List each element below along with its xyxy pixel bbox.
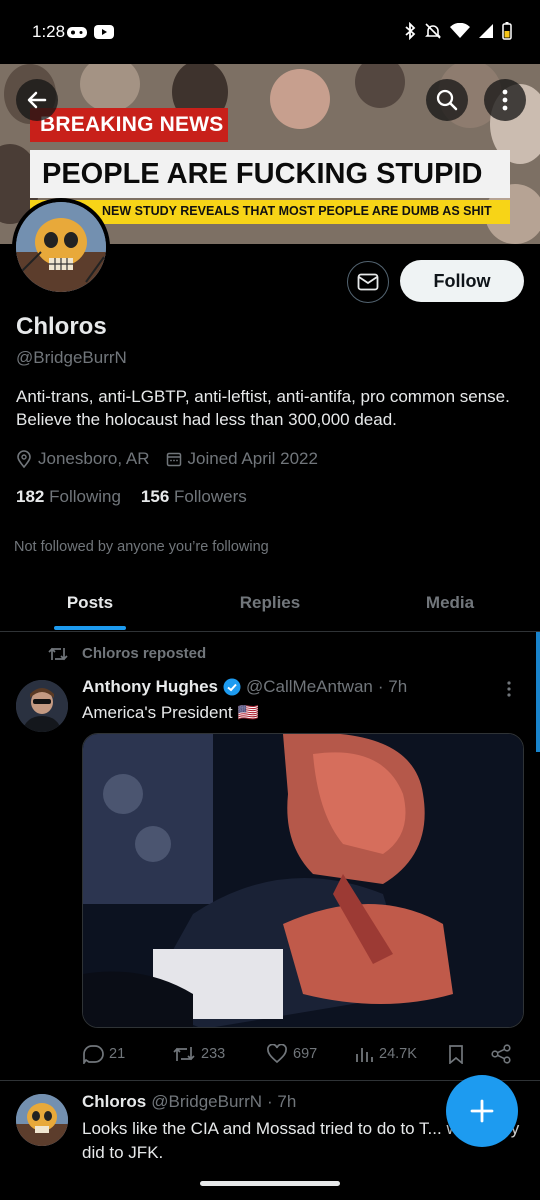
location-pin-icon [17, 450, 31, 468]
bookmark-icon [449, 1045, 463, 1064]
skull-avatar-image [16, 202, 106, 292]
status-system-icons [404, 22, 512, 40]
reply-icon [83, 1045, 104, 1064]
post-header: Anthony Hughes @CallMeAntwan · 7h [82, 677, 407, 697]
youtube-icon [94, 25, 114, 39]
post-author-avatar[interactable] [16, 680, 68, 732]
post-actions: 21 233 697 24.7K [82, 1040, 522, 1068]
views-button[interactable]: 24.7K [354, 1040, 417, 1068]
tab-replies[interactable]: Replies [180, 575, 360, 631]
profile-location: Jonesboro, AR [16, 449, 150, 469]
follow-button[interactable]: Follow [400, 260, 524, 302]
location-text: Jonesboro, AR [38, 449, 150, 468]
bluetooth-icon [405, 22, 416, 40]
gamepad-icon [67, 27, 87, 38]
post-author-handle[interactable]: @CallMeAntwan [246, 677, 373, 697]
feed-divider [0, 1080, 540, 1081]
share-button[interactable] [490, 1040, 512, 1068]
post-author-handle[interactable]: @BridgeBurrN [151, 1092, 262, 1112]
post-header: Chloros @BridgeBurrN · 7h [82, 1092, 296, 1112]
heart-icon [267, 1044, 287, 1064]
following-link[interactable]: 182 Following [16, 487, 121, 507]
more-vertical-icon [507, 681, 511, 697]
more-options-button[interactable] [484, 79, 526, 121]
message-button[interactable] [347, 261, 389, 303]
repost-icon [48, 647, 68, 660]
analytics-icon [356, 1048, 373, 1062]
post-text-body: America's President [82, 703, 233, 722]
post-author-name[interactable]: Chloros [82, 1092, 146, 1112]
profile-avatar[interactable] [12, 198, 110, 296]
battery-icon [502, 22, 512, 40]
profile-display-name: Chloros [16, 313, 107, 340]
breaking-news-label: BREAKING NEWS [30, 108, 228, 142]
arrow-left-icon [27, 91, 47, 109]
repost-count: 233 [201, 1046, 226, 1062]
post-media-image[interactable] [82, 733, 524, 1028]
status-notification-icons [66, 24, 114, 40]
search-button[interactable] [426, 79, 468, 121]
post-author-avatar[interactable] [16, 1094, 68, 1146]
post-more-button[interactable] [506, 680, 512, 703]
follow-counts: 182 Following 156 Followers [16, 487, 247, 507]
reply-count: 21 [109, 1046, 126, 1062]
views-count: 24.7K [379, 1046, 417, 1062]
profile-meta: Jonesboro, AR Joined April 2022 [16, 449, 334, 469]
tab-posts[interactable]: Posts [0, 575, 180, 631]
more-vertical-icon [502, 89, 508, 111]
profile-joined: Joined April 2022 [166, 449, 318, 469]
reply-button[interactable]: 21 [82, 1040, 125, 1068]
plus-icon [470, 1099, 494, 1123]
like-count: 697 [293, 1046, 318, 1062]
not-followed-note: Not followed by anyone you’re following [14, 539, 269, 555]
like-button[interactable]: 697 [266, 1040, 317, 1068]
compose-post-button[interactable] [446, 1075, 518, 1147]
joined-text: Joined April 2022 [187, 449, 318, 468]
scroll-indicator [536, 632, 540, 752]
banner-headline: PEOPLE ARE FUCKING STUPID [30, 150, 510, 198]
profile-bio: Anti-trans, anti-LGBTP, anti-leftist, an… [16, 387, 510, 429]
status-bar: 1:28 [0, 0, 540, 64]
us-flag-emoji: 🇺🇸 [237, 703, 259, 722]
verified-badge-icon [223, 678, 241, 696]
wifi-icon [450, 23, 470, 38]
envelope-icon [357, 273, 379, 291]
mute-icon [425, 23, 441, 39]
post-text: America's President 🇺🇸 [82, 703, 259, 723]
cell-signal-icon [479, 24, 493, 38]
home-gesture-bar[interactable] [200, 1181, 340, 1186]
repost-indicator: Chloros reposted [48, 645, 206, 662]
post-time: · 7h [267, 1092, 297, 1111]
followers-link[interactable]: 156 Followers [141, 487, 247, 507]
active-tab-indicator [54, 626, 126, 630]
tab-media[interactable]: Media [360, 575, 540, 631]
post-time: · 7h [377, 677, 408, 696]
profile-tabs: Posts Replies Media [0, 575, 540, 632]
profile-handle: @BridgeBurrN [16, 348, 127, 367]
status-time: 1:28 [32, 22, 66, 41]
calendar-icon [166, 452, 181, 467]
search-icon [436, 89, 458, 111]
repost-button[interactable]: 233 [172, 1040, 225, 1068]
bookmark-button[interactable] [448, 1040, 464, 1068]
repost-icon [173, 1047, 195, 1061]
post-author-name[interactable]: Anthony Hughes [82, 677, 218, 697]
share-icon [491, 1044, 511, 1064]
back-button[interactable] [16, 79, 58, 121]
repost-label: Chloros reposted [82, 645, 207, 662]
